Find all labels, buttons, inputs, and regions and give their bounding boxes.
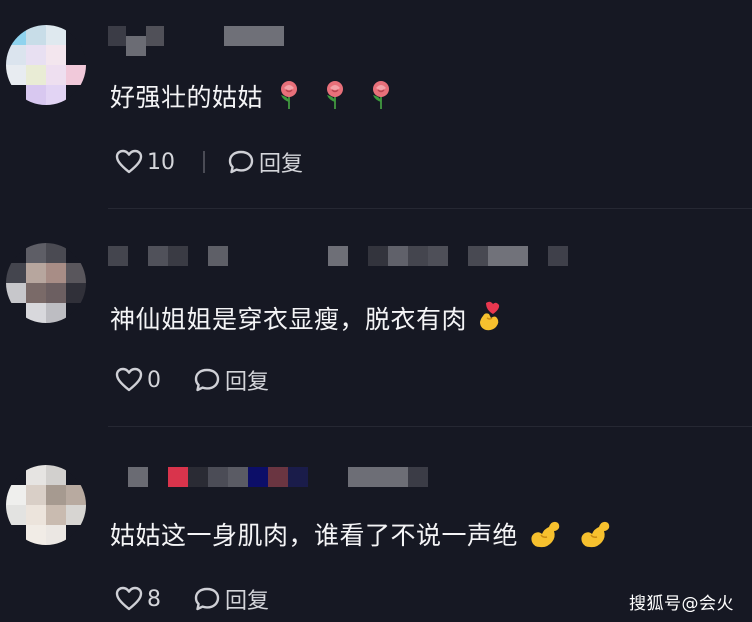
rose-icon <box>277 80 301 119</box>
comment-actions: 10 回复 <box>115 147 303 177</box>
like-button[interactable]: 8 <box>115 586 161 612</box>
like-count: 8 <box>147 586 161 612</box>
like-button[interactable]: 0 <box>115 367 161 393</box>
comment-actions: 0 回复 <box>115 365 269 395</box>
comment-actions: 8 回复 <box>115 584 269 614</box>
action-separator <box>203 151 205 173</box>
flexed-biceps-icon <box>528 518 562 557</box>
username-redacted[interactable] <box>108 466 428 488</box>
username-redacted[interactable] <box>108 25 284 56</box>
like-count: 0 <box>147 367 161 393</box>
reply-button[interactable]: 回复 <box>193 583 269 615</box>
watermark: 搜狐号@会火 <box>629 594 734 614</box>
speech-bubble-icon <box>194 368 220 392</box>
heart-icon <box>115 367 143 392</box>
reply-label: 回复 <box>259 152 304 177</box>
avatar[interactable] <box>6 25 86 105</box>
rose-icon <box>369 80 393 119</box>
divider <box>108 426 752 427</box>
finger-heart-icon <box>477 300 503 341</box>
rose-icon <box>323 80 347 119</box>
reply-button[interactable]: 回复 <box>193 364 269 396</box>
username-redacted[interactable] <box>108 245 568 267</box>
comment-text: 好强壮的姑姑 <box>110 80 393 119</box>
heart-icon <box>115 149 143 174</box>
flexed-biceps-icon <box>578 518 612 557</box>
reply-button[interactable]: 回复 <box>227 146 303 178</box>
speech-bubble-icon <box>194 587 220 611</box>
reply-label: 回复 <box>225 589 270 614</box>
reply-label: 回复 <box>225 370 270 395</box>
heart-icon <box>115 586 143 611</box>
divider <box>108 208 752 209</box>
speech-bubble-icon <box>228 150 254 174</box>
avatar[interactable] <box>6 465 86 545</box>
like-count: 10 <box>147 149 175 175</box>
avatar[interactable] <box>6 243 86 323</box>
comment-text: 姑姑这一身肌肉，谁看了不说一声绝 <box>110 518 612 557</box>
comment-text: 神仙姐姐是穿衣显瘦，脱衣有肉 <box>110 300 503 341</box>
like-button[interactable]: 10 <box>115 149 175 175</box>
